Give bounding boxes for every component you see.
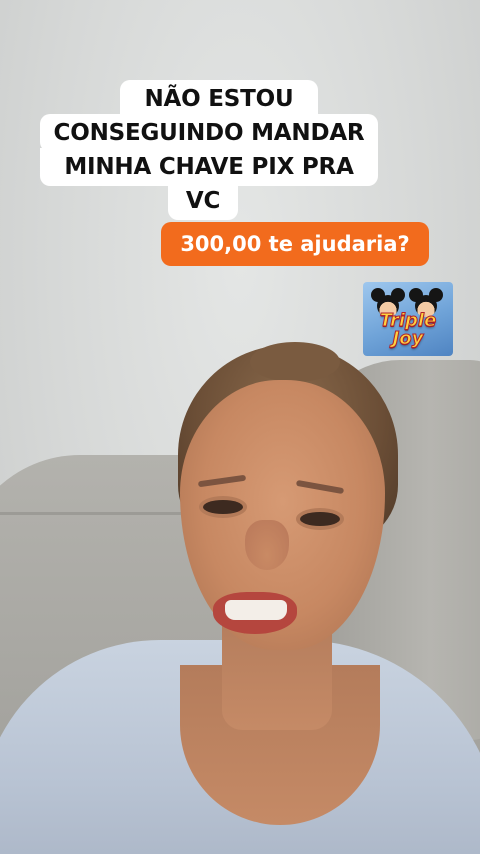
- caption-line: MINHA CHAVE PIX PRA: [40, 148, 378, 186]
- sticker-title-line: Joy: [392, 328, 424, 349]
- sticker-title: Triple Joy: [363, 311, 453, 349]
- hair-bun: [250, 342, 340, 382]
- teeth: [225, 600, 287, 620]
- reply-bubble: 300,00 te ajudaria?: [161, 222, 429, 266]
- video-frame[interactable]: NÃO ESTOU CONSEGUINDO MANDAR MINHA CHAVE…: [0, 0, 480, 854]
- triple-joy-sticker[interactable]: Triple Joy: [363, 282, 453, 356]
- right-eye: [300, 512, 340, 526]
- nose: [245, 520, 289, 570]
- left-eye: [203, 500, 243, 514]
- caption-line: VC: [168, 182, 238, 220]
- caption-line: CONSEGUINDO MANDAR: [40, 114, 378, 152]
- caption-line: NÃO ESTOU: [120, 80, 318, 118]
